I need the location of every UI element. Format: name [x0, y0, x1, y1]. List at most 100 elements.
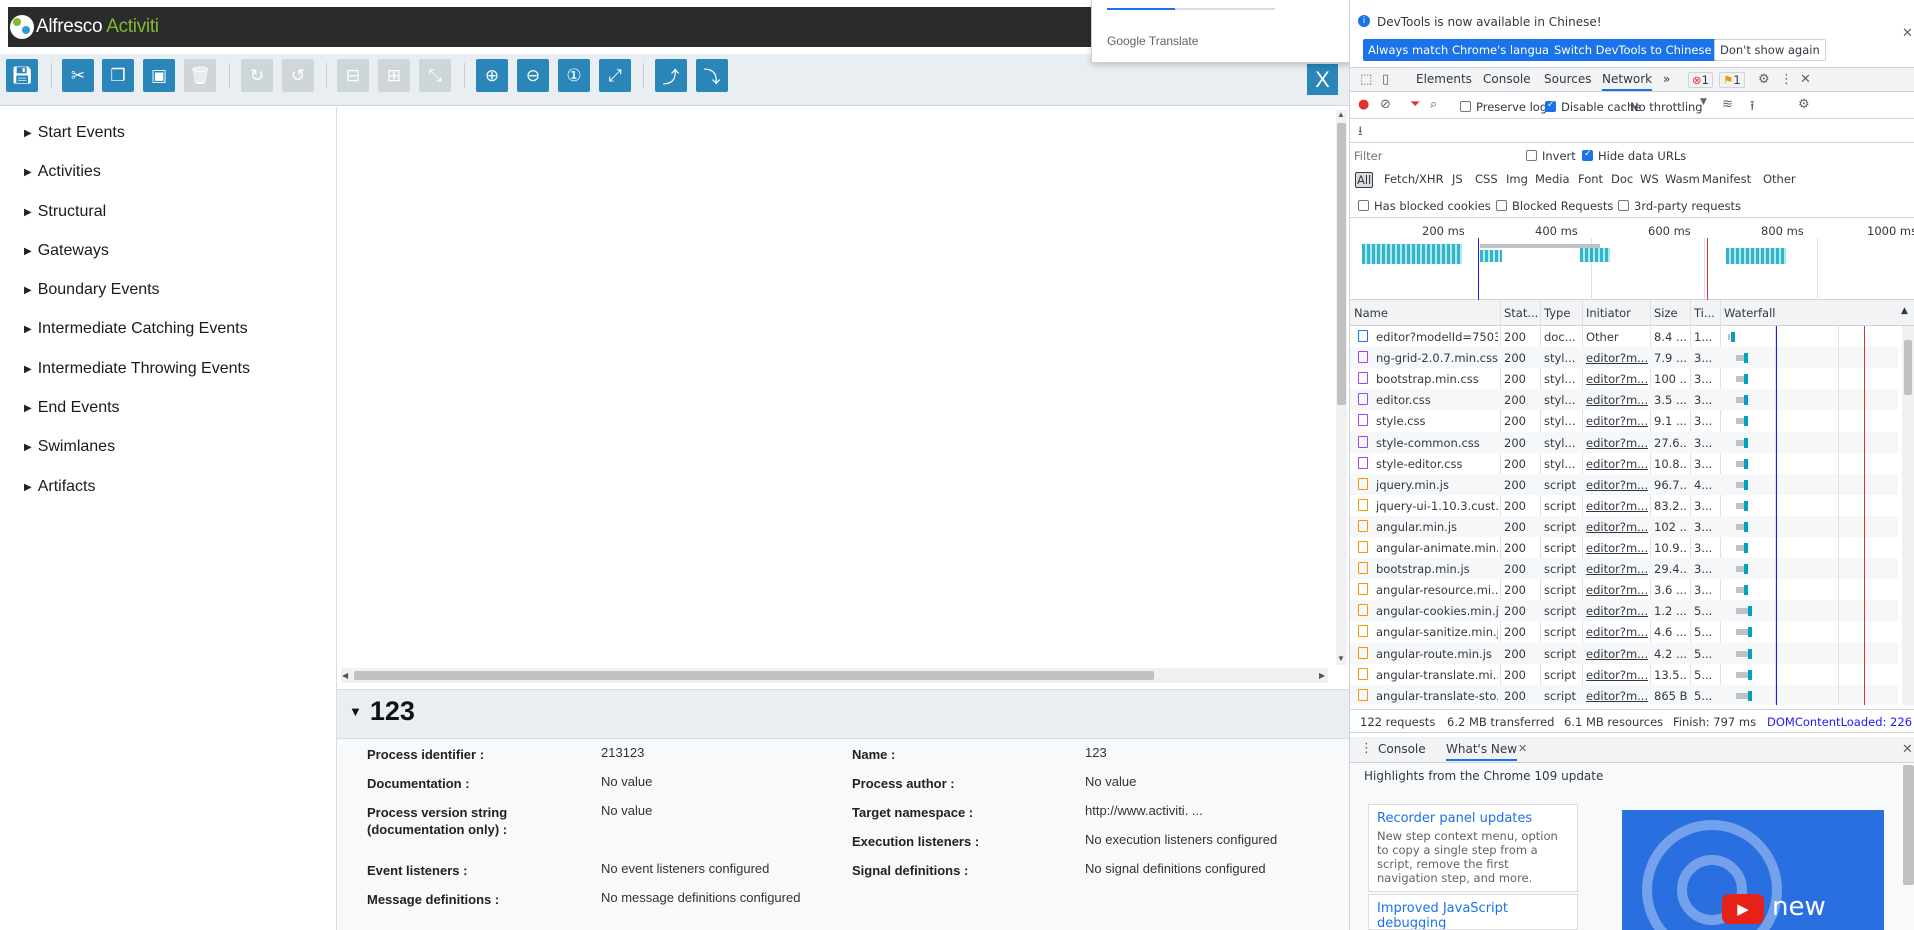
scroll-left-icon[interactable]: ◀ [342, 671, 348, 680]
youtube-play-icon[interactable]: ▶ [1722, 894, 1764, 924]
warning-count-badge[interactable]: ⚑1 [1719, 72, 1745, 88]
drawer-tab-whats-new[interactable]: What's New [1446, 742, 1518, 761]
error-count-badge[interactable]: ⊗1 [1688, 72, 1713, 88]
request-row[interactable]: angular-translate-sto... 200 script editor?… [1350, 685, 1898, 705]
request-row[interactable]: angular-animate.min.js 200 script editor?m.… [1350, 537, 1898, 558]
request-row[interactable]: jquery-ui-1.10.3.cust... 200 script editor?… [1350, 495, 1898, 516]
type-filter-wasm[interactable]: Wasm [1665, 172, 1700, 186]
column-header-size[interactable]: Size [1654, 306, 1678, 320]
scroll-right-icon[interactable]: ▶ [1319, 671, 1325, 680]
request-initiator[interactable]: editor?m... [1586, 499, 1648, 513]
property-value-documentation[interactable]: No value [601, 773, 652, 790]
whats-new-video-thumbnail[interactable]: ▶ new [1622, 810, 1884, 930]
type-filter-js[interactable]: JS [1452, 172, 1463, 186]
network-conditions-icon[interactable]: ≋ [1722, 97, 1733, 112]
property-value-execution-listeners[interactable]: No execution listeners configured [1085, 831, 1277, 848]
request-initiator[interactable]: editor?m... [1586, 647, 1648, 661]
request-initiator[interactable]: editor?m... [1586, 520, 1648, 534]
palette-group-start-events[interactable]: ▶ Start Events [24, 121, 125, 145]
request-row[interactable]: angular-route.min.js 200 script editor?m...… [1350, 643, 1898, 664]
request-initiator[interactable]: editor?m... [1586, 541, 1648, 555]
scroll-down-icon[interactable]: ▼ [1337, 654, 1345, 663]
request-initiator[interactable]: editor?m... [1586, 372, 1648, 386]
request-initiator[interactable]: editor?m... [1586, 583, 1648, 597]
align-vertical-button[interactable]: ⊞ [378, 59, 410, 92]
search-icon[interactable]: ⌕ [1430, 97, 1437, 112]
clear-icon[interactable]: ⊘ [1380, 97, 1391, 112]
tab-console[interactable]: Console [1483, 72, 1531, 86]
close-editor-button[interactable]: X [1307, 64, 1338, 95]
settings-gear-icon[interactable]: ⚙ [1758, 72, 1770, 87]
export-har-icon[interactable]: ⭳ [1358, 122, 1363, 144]
request-row[interactable]: editor?modelId=7503 200 doc... Other 8.4 ...… [1350, 326, 1898, 347]
palette-group-end-events[interactable]: ▶ End Events [24, 396, 120, 420]
column-header-type[interactable]: Type [1544, 306, 1570, 320]
request-initiator[interactable]: editor?m... [1586, 436, 1648, 450]
network-filter-input[interactable] [1354, 147, 1514, 164]
request-row[interactable]: bootstrap.min.css 200 styl... editor?m... 10… [1350, 368, 1898, 389]
request-row[interactable]: ng-grid-2.0.7.min.css 200 styl... editor?m.… [1350, 347, 1898, 368]
property-value-process-version[interactable]: No value [601, 802, 652, 819]
paste-button[interactable]: ▣ [143, 59, 175, 92]
property-value-target-namespace[interactable]: http://www.activiti. ... [1085, 802, 1203, 819]
request-initiator[interactable]: editor?m... [1586, 393, 1648, 407]
always-match-language-button[interactable]: Always match Chrome's language [1363, 39, 1569, 61]
align-horizontal-button[interactable]: ⊟ [337, 59, 369, 92]
type-filter-doc[interactable]: Doc [1611, 172, 1633, 186]
inspect-element-icon[interactable]: ⬚ [1360, 72, 1372, 87]
request-row[interactable]: angular-resource.mi... 200 script editor?m.… [1350, 579, 1898, 600]
palette-group-artifacts[interactable]: ▶ Artifacts [24, 475, 96, 499]
request-initiator[interactable]: editor?m... [1586, 414, 1648, 428]
zoom-actual-button[interactable]: ① [558, 59, 590, 92]
property-value-message-definitions[interactable]: No message definitions configured [601, 889, 800, 906]
palette-group-gateways[interactable]: ▶ Gateways [24, 239, 109, 263]
throttling-select[interactable]: No throttling [1630, 100, 1703, 114]
palette-group-swimlanes[interactable]: ▶ Swimlanes [24, 435, 115, 459]
tab-network[interactable]: Network [1602, 72, 1653, 91]
close-devtools-icon[interactable]: ✕ [1800, 72, 1811, 87]
more-tabs-button[interactable]: » [1663, 72, 1670, 86]
drawer-menu-icon[interactable]: ⋮ [1360, 741, 1373, 756]
request-row[interactable]: jquery.min.js 200 script editor?m... 96.7...… [1350, 474, 1898, 495]
palette-group-intermediate-throwing-events[interactable]: ▶ Intermediate Throwing Events [24, 357, 250, 381]
palette-group-boundary-events[interactable]: ▶ Boundary Events [24, 278, 160, 302]
request-initiator[interactable]: editor?m... [1586, 351, 1648, 365]
column-header-time[interactable]: Ti... [1694, 306, 1715, 320]
drawer-tab-console[interactable]: Console [1378, 742, 1426, 756]
request-row[interactable]: style.css 200 styl... editor?m... 9.1 ... 3..… [1350, 410, 1898, 431]
whats-new-card[interactable]: Recorder panel updates New step context … [1368, 804, 1578, 892]
request-initiator[interactable]: editor?m... [1586, 457, 1648, 471]
whats-new-card[interactable]: Improved JavaScript debugging [1368, 894, 1578, 930]
network-overview-timeline[interactable]: 200 ms 400 ms 600 ms 800 ms 1000 ms [1350, 218, 1914, 300]
third-party-requests-checkbox[interactable] [1618, 200, 1629, 211]
diagram-canvas[interactable] [337, 107, 1349, 677]
cut-button[interactable]: ✂ [62, 59, 94, 92]
canvas-vertical-scroll-thumb[interactable] [1337, 123, 1346, 405]
zoom-out-button[interactable]: ⊖ [517, 59, 549, 92]
tab-elements[interactable]: Elements [1416, 72, 1472, 86]
record-icon[interactable]: ● [1358, 97, 1369, 112]
undo-button[interactable]: ↺ [282, 59, 314, 92]
type-filter-fetch-xhr[interactable]: Fetch/XHR [1384, 172, 1444, 186]
column-header-waterfall[interactable]: Waterfall [1724, 306, 1775, 320]
column-header-status[interactable]: Stat... [1504, 306, 1538, 320]
drawer-scroll-thumb[interactable] [1903, 765, 1914, 885]
type-filter-font[interactable]: Font [1578, 172, 1603, 186]
type-filter-css[interactable]: CSS [1475, 172, 1498, 186]
request-row[interactable]: style-editor.css 200 styl... editor?m... 10.… [1350, 453, 1898, 474]
close-drawer-icon[interactable]: ✕ [1902, 742, 1913, 757]
same-size-button[interactable]: ⤡ [419, 59, 451, 92]
properties-title[interactable]: ▼ 123 [349, 696, 415, 727]
request-initiator[interactable]: editor?m... [1586, 478, 1648, 492]
redo-button[interactable]: ↻ [241, 59, 273, 92]
properties-header[interactable]: ▼ 123 [337, 690, 1349, 739]
request-row[interactable]: angular-sanitize.min.js 200 script editor?m… [1350, 621, 1898, 642]
property-value-name[interactable]: 123 [1085, 744, 1107, 761]
request-row[interactable]: editor.css 200 styl... editor?m... 3.5 ... 3.… [1350, 389, 1898, 410]
request-initiator[interactable]: editor?m... [1586, 604, 1648, 618]
copy-button[interactable]: ❐ [102, 59, 134, 92]
preserve-log-checkbox[interactable] [1460, 101, 1471, 112]
palette-group-structural[interactable]: ▶ Structural [24, 200, 106, 224]
request-initiator[interactable]: editor?m... [1586, 668, 1648, 682]
type-filter-ws[interactable]: WS [1640, 172, 1659, 186]
